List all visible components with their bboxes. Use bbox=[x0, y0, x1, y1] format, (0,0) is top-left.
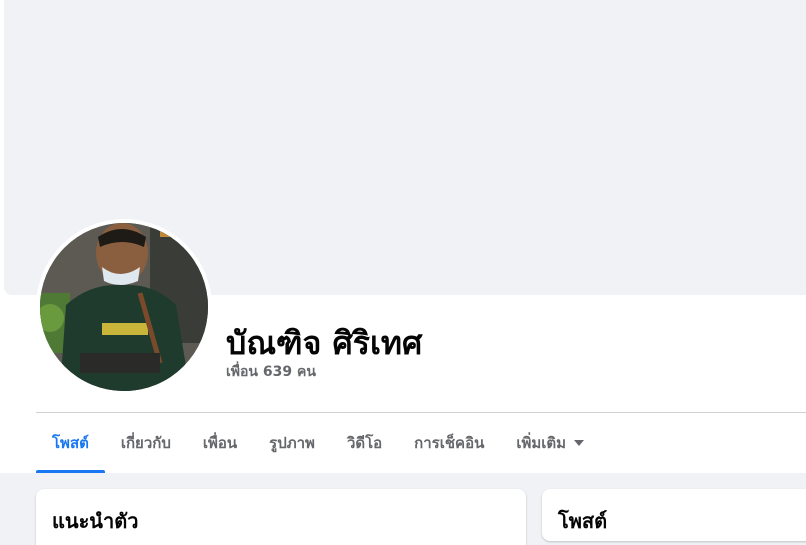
tab-videos[interactable]: วิดีโอ bbox=[331, 413, 398, 473]
tab-videos-label: วิดีโอ bbox=[346, 434, 383, 452]
chevron-down-icon bbox=[574, 440, 585, 446]
avatar-photo bbox=[40, 223, 208, 391]
tab-checkins-label: การเช็คอิน bbox=[414, 434, 485, 452]
tab-photos[interactable]: รูปภาพ bbox=[253, 413, 331, 473]
tab-checkins[interactable]: การเช็คอิน bbox=[398, 413, 500, 473]
tab-about[interactable]: เกี่ยวกับ bbox=[105, 413, 187, 473]
profile-avatar[interactable] bbox=[40, 223, 208, 391]
avatar-frame bbox=[36, 219, 212, 395]
friends-count[interactable]: เพื่อน 639 คน bbox=[226, 361, 316, 383]
intro-title: แนะนำตัว bbox=[52, 509, 139, 533]
profile-tabs: โพสต์ เกี่ยวกับ เพื่อน รูปภาพ วิดีโอ การ… bbox=[36, 413, 806, 473]
tab-more-label: เพิ่มเติม bbox=[516, 434, 567, 452]
posts-title: โพสต์ bbox=[558, 509, 608, 533]
tab-more[interactable]: เพิ่มเติม bbox=[500, 413, 600, 473]
tab-about-label: เกี่ยวกับ bbox=[120, 434, 171, 452]
tab-friends[interactable]: เพื่อน bbox=[187, 413, 253, 473]
tab-posts[interactable]: โพสต์ bbox=[36, 413, 105, 473]
tab-photos-label: รูปภาพ bbox=[269, 434, 315, 452]
tab-posts-label: โพสต์ bbox=[52, 434, 89, 452]
profile-page: บัณฑิจ ศิริเทศ เพื่อน 639 คน โพสต์ เกี่ย… bbox=[0, 0, 806, 545]
posts-card: โพสต์ bbox=[542, 489, 806, 541]
tab-friends-label: เพื่อน bbox=[202, 434, 238, 452]
intro-card: แนะนำตัว bbox=[36, 489, 526, 545]
